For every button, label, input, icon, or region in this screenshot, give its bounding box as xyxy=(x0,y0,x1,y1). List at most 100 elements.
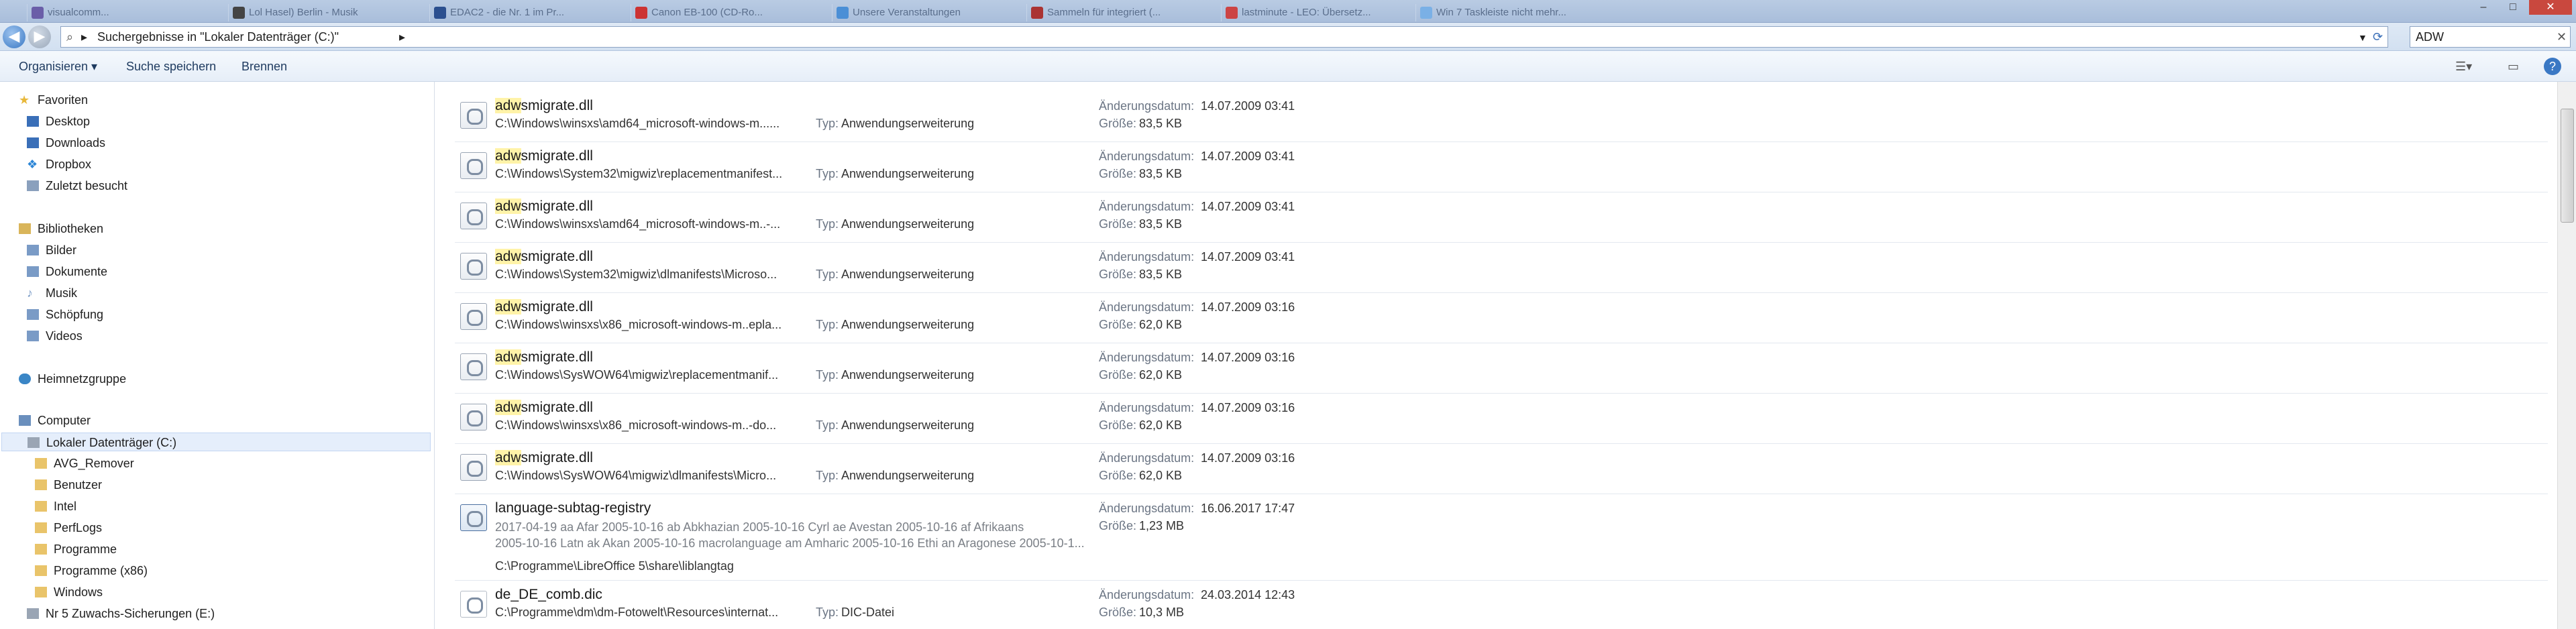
type-label: Typ: xyxy=(816,469,839,482)
file-type: Anwendungserweiterung xyxy=(841,368,975,382)
list-item[interactable]: adwsmigrate.dll C:\Windows\winsxs\x86_mi… xyxy=(455,294,2548,343)
breadcrumb[interactable]: Suchergebnisse in "Lokaler Datenträger (… xyxy=(97,30,339,44)
file-path: C:\Windows\winsxs\amd64_microsoft-window… xyxy=(495,217,781,231)
type-label: Typ: xyxy=(816,217,839,231)
help-icon[interactable]: ? xyxy=(2544,58,2561,75)
file-name: adwsmigrate.dll xyxy=(495,349,593,365)
modified-date: 14.07.2009 03:41 xyxy=(1201,99,1295,113)
file-size: 62,0 KB xyxy=(1139,318,1183,331)
modified-label: Änderungsdatum: xyxy=(1099,401,1195,414)
file-path: C:\Windows\winsxs\x86_microsoft-windows-… xyxy=(495,318,782,331)
tab[interactable]: Unsere Veranstaltungen xyxy=(832,4,1020,21)
arrow-right-icon: ▶ xyxy=(34,27,46,44)
refresh-icon[interactable]: ⟳ xyxy=(2373,30,2383,44)
file-path: C:\Programme\LibreOffice 5\share\liblang… xyxy=(495,559,734,573)
breadcrumb-separator: ▸ xyxy=(399,30,406,44)
chevron-down-icon[interactable]: ▼ xyxy=(2358,32,2367,43)
file-name: adwsmigrate.dll xyxy=(495,450,593,465)
forward-button[interactable]: ▶ xyxy=(28,25,51,48)
arrow-left-icon: ◀ xyxy=(8,27,20,44)
tab[interactable]: EDAC2 - die Nr. 1 im Pr... xyxy=(429,4,617,21)
search-input[interactable]: ADW ✕ xyxy=(2410,26,2571,48)
organize-button[interactable]: Organisieren ▾ xyxy=(19,60,97,74)
scrollbar-thumb[interactable] xyxy=(2561,109,2574,223)
file-path: C:\Windows\winsxs\amd64_microsoft-window… xyxy=(495,117,780,130)
nav-local-disk-c[interactable]: Lokaler Datenträger (C:) xyxy=(1,433,431,451)
list-item[interactable]: adwsmigrate.dll C:\Windows\winsxs\amd64_… xyxy=(455,193,2548,243)
folder-icon xyxy=(35,544,47,555)
dll-file-icon xyxy=(460,454,487,481)
folder-icon xyxy=(35,522,47,533)
modified-date: 14.07.2009 03:16 xyxy=(1201,300,1295,314)
type-label: Typ: xyxy=(816,167,839,180)
list-item[interactable]: de_DE_comb.dic C:\Programme\dm\dm-Fotowe… xyxy=(455,581,2548,629)
file-name: adwsmigrate.dll xyxy=(495,148,593,164)
modified-date: 14.07.2009 03:41 xyxy=(1201,200,1295,213)
file-type: Anwendungserweiterung xyxy=(841,268,975,281)
navigation-bar: ◀ ▶ ⌕ ▸ Suchergebnisse in "Lokaler Daten… xyxy=(0,23,2576,51)
type-label: Typ: xyxy=(816,117,839,130)
list-item[interactable]: language-subtag-registry 2017-04-19 aa A… xyxy=(455,495,2548,581)
tab[interactable]: Win 7 Taskleiste nicht mehr... xyxy=(1415,4,1603,21)
size-label: Größe: xyxy=(1099,469,1137,482)
text-document-icon xyxy=(460,504,487,531)
dll-file-icon xyxy=(460,102,487,129)
size-label: Größe: xyxy=(1099,268,1137,281)
modified-label: Änderungsdatum: xyxy=(1099,200,1195,213)
tab[interactable]: visualcomm... xyxy=(27,4,215,21)
size-label: Größe: xyxy=(1099,167,1137,180)
tab[interactable]: Lol Hasel) Berlin - Musik xyxy=(228,4,416,21)
vertical-scrollbar[interactable] xyxy=(2557,82,2576,629)
dll-file-icon xyxy=(460,203,487,229)
save-search-button[interactable]: Suche speichern xyxy=(126,60,216,74)
list-item[interactable]: adwsmigrate.dll C:\Windows\winsxs\amd64_… xyxy=(455,93,2548,142)
recent-places-icon xyxy=(27,180,39,191)
file-size: 62,0 KB xyxy=(1139,368,1183,382)
type-label: Typ: xyxy=(816,418,839,432)
modified-date: 14.07.2009 03:16 xyxy=(1201,401,1295,414)
drive-icon xyxy=(27,608,39,619)
file-type: Anwendungserweiterung xyxy=(841,418,975,432)
burn-button[interactable]: Brennen xyxy=(241,60,287,74)
minimize-button[interactable]: – xyxy=(2469,0,2498,15)
close-button[interactable]: ✕ xyxy=(2529,0,2572,15)
file-name: adwsmigrate.dll xyxy=(495,98,593,113)
tab[interactable]: Sammeln für integriert (... xyxy=(1026,4,1214,21)
file-name: language-subtag-registry xyxy=(495,500,651,516)
size-label: Größe: xyxy=(1099,418,1137,432)
type-label: Typ: xyxy=(816,368,839,382)
file-size: 83,5 KB xyxy=(1139,167,1183,180)
tab[interactable]: lastminute - LEO: Übersetz... xyxy=(1221,4,1409,21)
tab-favicon-icon xyxy=(434,7,446,19)
list-item[interactable]: adwsmigrate.dll C:\Windows\SysWOW64\migw… xyxy=(455,344,2548,394)
maximize-button[interactable]: □ xyxy=(2498,0,2528,15)
file-size: 62,0 KB xyxy=(1139,418,1183,432)
view-options-icon[interactable]: ☰▾ xyxy=(2455,60,2472,74)
dll-file-icon xyxy=(460,404,487,431)
clear-search-icon[interactable]: ✕ xyxy=(2557,30,2567,44)
file-path: C:\Windows\winsxs\x86_microsoft-windows-… xyxy=(495,418,777,432)
address-bar[interactable]: ⌕ ▸ Suchergebnisse in "Lokaler Datenträg… xyxy=(60,26,2388,48)
file-size: 10,3 MB xyxy=(1139,606,1185,619)
content-snippet: 2005-10-16 Latn ak Akan 2005-10-16 macro… xyxy=(495,536,1085,550)
preview-pane-icon[interactable]: ▭ xyxy=(2508,60,2519,74)
generic-file-icon xyxy=(460,591,487,618)
file-size: 83,5 KB xyxy=(1139,117,1183,130)
list-item[interactable]: adwsmigrate.dll C:\Windows\System32\migw… xyxy=(455,143,2548,192)
drive-icon xyxy=(28,437,40,448)
folder-icon xyxy=(35,587,47,597)
file-name: adwsmigrate.dll xyxy=(495,249,593,264)
folder-icon xyxy=(35,565,47,576)
file-name: de_DE_comb.dic xyxy=(495,587,602,602)
back-button[interactable]: ◀ xyxy=(3,25,25,48)
folder-icon xyxy=(35,479,47,490)
list-item[interactable]: adwsmigrate.dll C:\Windows\winsxs\x86_mi… xyxy=(455,394,2548,444)
tab[interactable]: Canon EB-100 (CD-Ro... xyxy=(631,4,818,21)
modified-date: 14.07.2009 03:16 xyxy=(1201,451,1295,465)
list-item[interactable]: adwsmigrate.dll C:\Windows\SysWOW64\migw… xyxy=(455,445,2548,494)
list-item[interactable]: adwsmigrate.dll C:\Windows\System32\migw… xyxy=(455,243,2548,293)
library-icon xyxy=(27,309,39,320)
tab-favicon-icon xyxy=(233,7,245,19)
music-icon: ♪ xyxy=(27,286,33,300)
file-type: Anwendungserweiterung xyxy=(841,117,975,130)
